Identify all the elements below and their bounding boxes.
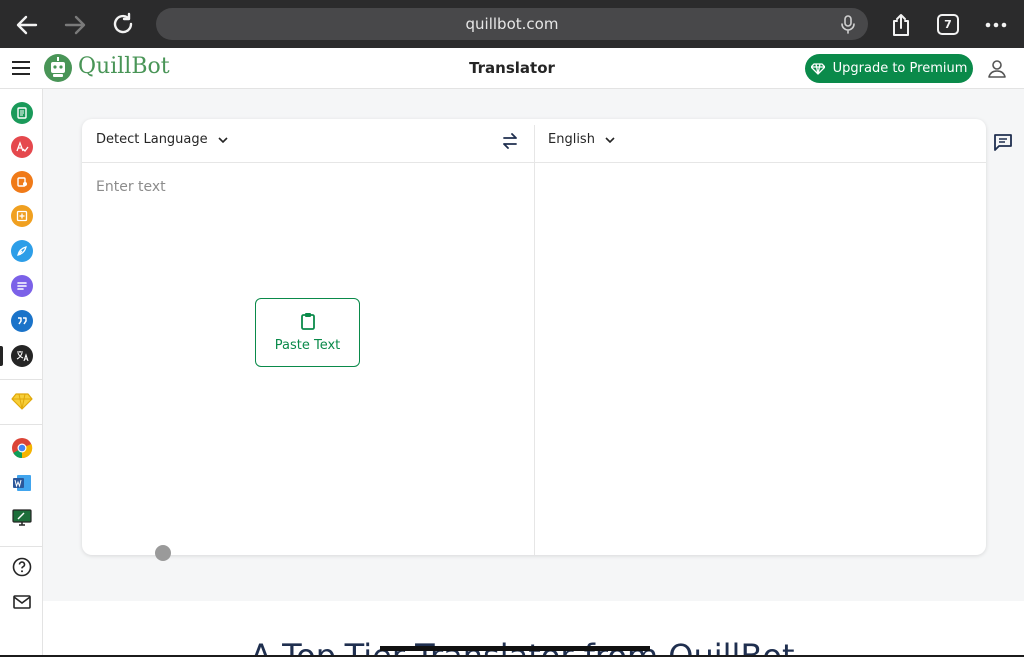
overlay-bar <box>380 646 650 651</box>
user-account-icon[interactable] <box>986 58 1008 80</box>
sidebar-item-translator[interactable] <box>11 345 33 367</box>
share-icon[interactable] <box>888 12 914 38</box>
sidebar-item-premium[interactable] <box>11 390 33 412</box>
app-header: QuillBot Translator Upgrade to Premium <box>0 48 1024 89</box>
chevron-down-icon <box>605 136 615 143</box>
url-text: quillbot.com <box>465 15 559 33</box>
sidebar-item-help[interactable] <box>11 556 33 578</box>
address-bar[interactable]: quillbot.com <box>156 8 868 40</box>
microphone-icon[interactable] <box>838 14 858 34</box>
sidebar-divider <box>0 379 42 380</box>
chevron-down-icon <box>218 136 228 143</box>
sidebar-divider <box>0 424 42 425</box>
target-language-select[interactable]: English <box>548 132 615 147</box>
forward-arrow-icon[interactable] <box>62 12 88 38</box>
translator-card: Detect Language English Enter text Paste… <box>82 119 986 555</box>
sidebar-divider <box>0 546 42 547</box>
ai-detector-icon <box>11 171 33 193</box>
sidebar-item-ai-humanizer[interactable] <box>11 240 33 262</box>
sidebar-item-word-addin[interactable] <box>11 472 33 494</box>
sidebar-item-ai-detector[interactable] <box>11 171 33 193</box>
paraphraser-icon <box>11 102 33 124</box>
grammar-checker-icon <box>11 136 33 158</box>
paste-text-button[interactable]: Paste Text <box>255 298 360 367</box>
chrome-extension-icon <box>12 438 33 459</box>
sidebar-item-summarizer[interactable] <box>11 275 33 297</box>
upgrade-premium-label: Upgrade to Premium <box>832 61 968 76</box>
browser-toolbar: quillbot.com 7 <box>0 0 1024 48</box>
source-language-label: Detect Language <box>96 132 208 147</box>
swap-languages-icon[interactable] <box>500 131 520 151</box>
citation-generator-icon <box>11 310 33 332</box>
upgrade-premium-button[interactable]: Upgrade to Premium <box>805 54 973 83</box>
tools-sidebar <box>0 89 43 657</box>
panel-divider <box>534 125 535 555</box>
menu-icon[interactable] <box>12 61 30 75</box>
feedback-icon[interactable] <box>993 132 1013 152</box>
quillbot-logo-icon[interactable] <box>43 53 73 83</box>
logo-text[interactable]: QuillBot <box>78 54 170 79</box>
touch-indicator <box>155 545 171 561</box>
source-language-select[interactable]: Detect Language <box>96 132 228 147</box>
target-language-label: English <box>548 132 595 147</box>
mail-icon <box>13 595 31 609</box>
sidebar-item-chrome-extension[interactable] <box>11 437 33 459</box>
plagiarism-checker-icon <box>11 205 33 227</box>
translator-icon <box>11 345 33 367</box>
paste-text-label: Paste Text <box>274 338 341 353</box>
clipboard-icon <box>300 313 315 330</box>
summarizer-icon <box>11 275 33 297</box>
word-addin-icon <box>13 475 31 491</box>
tabs-button[interactable]: 7 <box>937 14 959 35</box>
active-indicator <box>0 346 3 366</box>
reload-icon[interactable] <box>110 12 136 38</box>
source-text-input[interactable]: Enter text <box>96 179 166 195</box>
help-icon <box>12 557 32 577</box>
sidebar-item-desktop-app[interactable] <box>11 506 33 528</box>
back-arrow-icon[interactable] <box>14 12 40 38</box>
tab-count: 7 <box>944 18 952 31</box>
sidebar-item-plagiarism-checker[interactable] <box>11 205 33 227</box>
sidebar-item-paraphraser[interactable] <box>11 102 33 124</box>
ai-humanizer-icon <box>11 240 33 262</box>
diamond-icon <box>810 62 825 75</box>
intro-section: A Top-Tier Translator from QuillBot <box>43 601 1024 657</box>
sidebar-item-contact[interactable] <box>11 591 33 613</box>
sidebar-item-grammar-checker[interactable] <box>11 136 33 158</box>
premium-diamond-icon <box>11 393 33 410</box>
desktop-app-icon <box>12 509 32 526</box>
sidebar-item-citation-generator[interactable] <box>11 310 33 332</box>
more-options-icon[interactable] <box>983 12 1009 38</box>
